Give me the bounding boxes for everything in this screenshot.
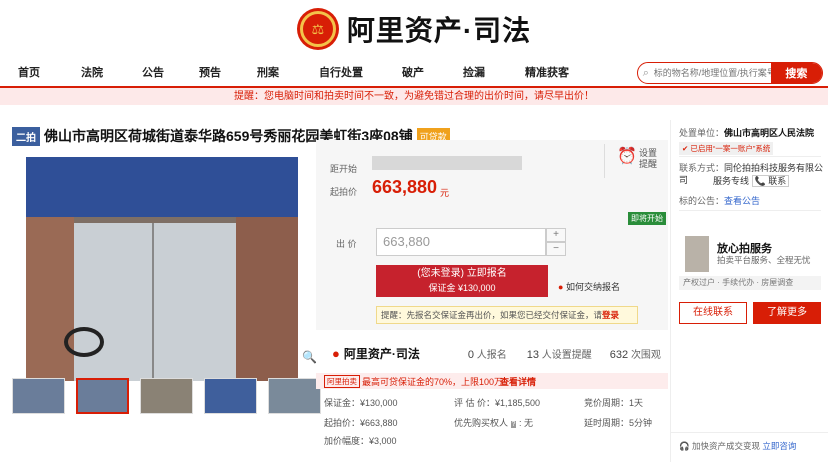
online-contact-button[interactable]: 在线联系 <box>679 302 747 324</box>
delay-info: 延时周期：5分钟 <box>584 418 653 428</box>
loan-promo-banner: 阿里拍卖 最高可贷保证金的70%，上限100万 查看详情 <box>316 373 668 389</box>
increment-button[interactable]: + <box>546 228 566 242</box>
nav-item-1[interactable]: 法院 <box>81 64 103 80</box>
time-warning-banner: 提醒：您电脑时间和拍卖时间不一致，为避免错过合理的出价时间，请尽早出价！ <box>0 88 828 105</box>
set-reminder-button[interactable]: ⏰ 设置提醒 <box>604 144 660 178</box>
footer-cta: 🎧 加快资产成交变现 立即咨询 <box>679 441 797 451</box>
help-icon: ? <box>510 421 517 428</box>
cycle-info: 竞价周期：1天 <box>584 398 644 408</box>
bid-label: 出 价 <box>336 239 357 249</box>
thumbnail[interactable] <box>204 378 257 414</box>
service-subtitle: 拍卖平台服务、全程无忧 <box>717 255 811 265</box>
search-input[interactable] <box>653 68 771 78</box>
building-icon <box>685 236 709 272</box>
property-main-photo[interactable] <box>26 157 298 381</box>
search-icon: ⌕ <box>642 66 649 79</box>
main-nav: 首页 法院 公告 预告 刑案 自行处置 破产 捡漏 精准获客 ⌕ 搜索 <box>0 58 828 88</box>
site-header: ⚖ 阿里资产·司法 <box>0 0 828 58</box>
how-to-pay-link[interactable]: ● 如何交纳报名 <box>558 280 620 293</box>
start-price-label: 起拍价 <box>330 187 358 197</box>
round-tag: 二拍 <box>12 126 40 146</box>
hotline-contact-button[interactable]: 📞 联系 <box>751 175 790 187</box>
nav-item-7[interactable]: 捡漏 <box>463 64 485 80</box>
photo-thumbnails <box>12 378 321 414</box>
thumbnail[interactable] <box>268 378 321 414</box>
register-now-button[interactable]: (您未登录) 立即报名 保证金 ¥130,000 <box>376 265 548 297</box>
info-icon: ● <box>558 282 564 292</box>
start-price-value: 663,880 <box>372 177 438 197</box>
deposit-info: 保证金：¥130,000 <box>324 398 398 408</box>
nav-item-0[interactable]: 首页 <box>18 64 40 80</box>
learn-more-button[interactable]: 了解更多 <box>753 302 821 324</box>
priority-info: 优先购买权人 ? : 无 <box>454 418 533 428</box>
hotline-row: 服务专线 📞 联系 <box>713 174 790 187</box>
increment-info: 加价幅度：¥3,000 <box>324 436 397 446</box>
service-tags: 产权过户 · 手续代办 · 房屋调查 <box>679 276 821 290</box>
status-badge: 即将开始 <box>628 212 666 225</box>
verified-badge: ✔ 已启用“一案一账户”系统 <box>679 142 774 155</box>
nav-item-3[interactable]: 预告 <box>199 64 221 80</box>
currency-unit: 元 <box>440 188 450 198</box>
nav-item-6[interactable]: 破产 <box>402 64 424 80</box>
notice-row: 标的公告：查看公告 <box>679 196 761 206</box>
view-count: 632 次围观 <box>609 348 661 361</box>
login-link[interactable]: 登录 <box>602 310 619 320</box>
appraisal-info: 评 估 价：¥1,185,500 <box>454 398 541 408</box>
countdown-label: 距开始 <box>330 164 358 174</box>
alarm-clock-icon: ⏰ <box>617 148 637 165</box>
court-emblem-icon: ⚖ <box>296 8 339 50</box>
view-notice-link[interactable]: 查看公告 <box>724 196 760 206</box>
brand-title[interactable]: 阿里资产·司法 <box>347 9 531 49</box>
stats-bar: ● 阿里资产·司法 0 人报名 13 人设置提醒 632 次围观 <box>332 345 661 361</box>
bid-stepper: + − <box>546 228 566 256</box>
thumbnail[interactable] <box>140 378 193 414</box>
nav-item-5[interactable]: 自行处置 <box>319 64 363 80</box>
reminder-count: 13 人设置提醒 <box>526 348 592 361</box>
search-box: ⌕ 搜索 <box>637 62 823 84</box>
court-row: 处置单位：佛山市高明区人民法院 <box>679 128 815 138</box>
court-name[interactable]: 佛山市高明区人民法院 <box>724 128 814 138</box>
promo-details-link[interactable]: 查看详情 <box>500 375 536 388</box>
search-button[interactable]: 搜索 <box>770 63 822 83</box>
login-tip: 提醒：先报名交保证金再出价，如果您已经交付保证金，请登录 <box>376 306 638 324</box>
decrement-button[interactable]: − <box>546 242 566 256</box>
signup-count: 0 人报名 <box>467 348 507 361</box>
nav-item-4[interactable]: 刑案 <box>257 64 279 80</box>
zoom-icon[interactable]: 🔍 <box>302 350 317 364</box>
countdown-blurred <box>372 156 522 170</box>
court-sidebar: 处置单位：佛山市高明区人民法院 ✔ 已启用“一案一账户”系统 联系方式：同伦拍拍… <box>670 120 828 462</box>
scooter-icon <box>64 327 104 357</box>
consult-now-link[interactable]: 立即咨询 <box>762 441 796 451</box>
nav-item-8[interactable]: 精准获客 <box>525 64 569 80</box>
thumbnail-selected[interactable] <box>76 378 129 414</box>
ali-logo-icon: ● <box>332 345 340 361</box>
thumbnail[interactable] <box>12 378 65 414</box>
start-price-info: 起拍价：¥663,880 <box>324 418 398 428</box>
nav-item-2[interactable]: 公告 <box>142 64 164 80</box>
bid-amount-input[interactable]: 663,880 <box>376 228 546 256</box>
